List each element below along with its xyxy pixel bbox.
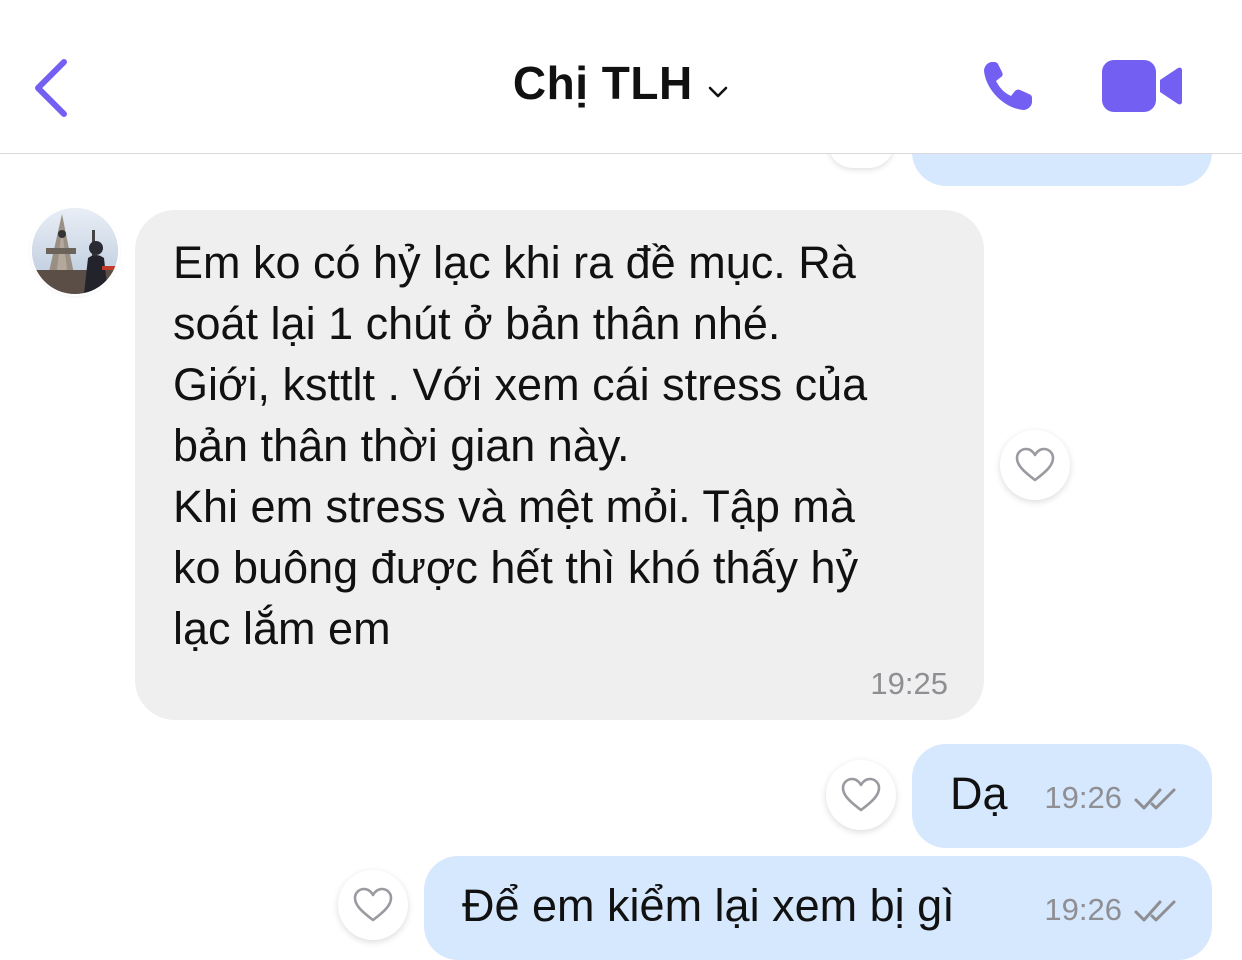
like-reaction-button[interactable] xyxy=(826,760,896,830)
like-reaction-button[interactable] xyxy=(338,870,408,940)
message-meta: 19:26 xyxy=(1044,892,1182,928)
outgoing-message-bubble[interactable]: Để em kiểm lại xem bị gì 19:26 xyxy=(424,856,1212,960)
message-text: Em ko có hỷ lạc khi ra đề mục. Rà soát l… xyxy=(173,237,868,654)
video-camera-icon xyxy=(1102,60,1182,112)
heart-icon xyxy=(841,777,881,812)
message-text: Dạ xyxy=(950,768,1008,819)
avatar[interactable] xyxy=(32,208,118,294)
avatar-photo xyxy=(32,208,118,294)
message-time: 19:25 xyxy=(870,666,948,701)
chevron-down-icon xyxy=(708,86,728,98)
message-text: Để em kiểm lại xem bị gì xyxy=(462,880,955,931)
phone-icon xyxy=(984,62,1032,110)
message-time: 19:26 xyxy=(1044,892,1122,927)
message-meta: 19:26 xyxy=(1044,780,1182,816)
double-check-icon xyxy=(1134,900,1176,922)
contact-title-button[interactable]: Chị TLH xyxy=(0,56,1242,110)
outgoing-message-bubble[interactable]: Dạ 19:26 xyxy=(912,744,1212,848)
video-call-button[interactable] xyxy=(1100,56,1184,116)
contact-name: Chị TLH xyxy=(512,57,693,109)
chat-header: Chị TLH xyxy=(0,0,1242,154)
voice-call-button[interactable] xyxy=(978,56,1042,116)
double-check-icon xyxy=(1134,788,1176,810)
like-reaction-button[interactable] xyxy=(1000,430,1070,500)
incoming-message-bubble[interactable]: Em ko có hỷ lạc khi ra đề mục. Rà soát l… xyxy=(135,210,984,720)
heart-icon xyxy=(353,887,393,922)
message-time: 19:26 xyxy=(1044,780,1122,815)
heart-icon xyxy=(1015,447,1055,482)
